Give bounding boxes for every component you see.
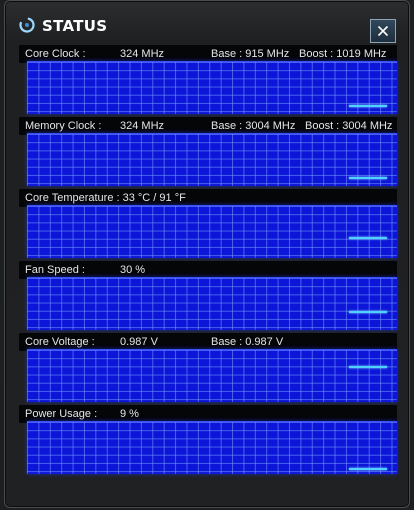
title-bar[interactable]: STATUS [5, 1, 409, 43]
graph-trace [349, 237, 387, 239]
graph-trace [349, 366, 387, 368]
graph-trace [349, 105, 387, 107]
graph-trace [349, 468, 387, 470]
status-panels: Core Clock : 324 MHz Base : 915 MHz Boos… [19, 45, 397, 477]
panel-core-voltage: Core Voltage : 0.987 V Base : 0.987 V [19, 333, 397, 405]
close-icon [377, 25, 389, 37]
panel-core-clock: Core Clock : 324 MHz Base : 915 MHz Boos… [19, 45, 397, 117]
power-usage-graph [27, 421, 397, 474]
fan-speed-graph [27, 277, 397, 330]
core-voltage-graph [27, 349, 397, 402]
core-clock-graph [27, 61, 397, 114]
core-temperature-graph [27, 205, 397, 258]
power-ring-icon [19, 17, 35, 33]
panel-fan-speed: Fan Speed : 30 % [19, 261, 397, 333]
window-title: STATUS [42, 17, 108, 35]
close-button[interactable] [370, 19, 396, 43]
panel-core-temperature: Core Temperature : 33 °C / 91 °F [19, 189, 397, 261]
graph-trace [349, 311, 387, 313]
graph-trace [349, 177, 387, 179]
memory-clock-graph [27, 133, 397, 186]
status-window: STATUS Core Clock : 324 MHz Base : 915 M… [4, 0, 410, 508]
panel-power-usage: Power Usage : 9 % [19, 405, 397, 477]
panel-memory-clock: Memory Clock : 324 MHz Base : 3004 MHz B… [19, 117, 397, 189]
